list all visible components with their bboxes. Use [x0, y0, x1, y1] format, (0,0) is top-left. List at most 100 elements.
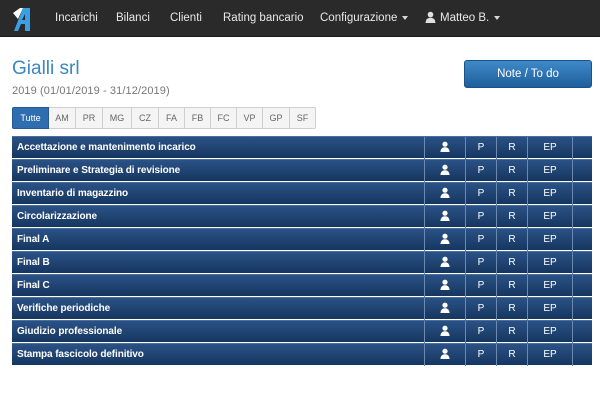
ep-button[interactable]: EP — [528, 344, 573, 366]
section-title[interactable]: Inventario di magazzino — [12, 183, 425, 205]
table-row[interactable]: Giudizio professionale P R EP — [12, 320, 592, 343]
preparer-button[interactable]: P — [466, 275, 497, 297]
row-end-cell — [573, 321, 592, 343]
nav-rating-bancario[interactable]: Rating bancario — [223, 0, 304, 37]
assign-user-button[interactable] — [425, 252, 466, 274]
nav-clienti[interactable]: Clienti — [170, 0, 202, 37]
section-filter-tabs: Tutte AM PR MG CZ FA FB FC VP GP SF — [12, 107, 316, 129]
reviewer-button[interactable]: R — [497, 344, 528, 366]
reviewer-button[interactable]: R — [497, 252, 528, 274]
user-name: Matteo B. — [440, 12, 490, 24]
section-title[interactable]: Stampa fascicolo definitivo — [12, 344, 425, 366]
nav-bilanci[interactable]: Bilanci — [116, 0, 150, 37]
reviewer-button[interactable]: R — [497, 298, 528, 320]
reviewer-button[interactable]: R — [497, 275, 528, 297]
tab-mg[interactable]: MG — [103, 107, 132, 129]
table-row[interactable]: Stampa fascicolo definitivo P R EP — [12, 343, 592, 366]
preparer-button[interactable]: P — [466, 321, 497, 343]
assign-user-button[interactable] — [425, 160, 466, 182]
ep-button[interactable]: EP — [528, 321, 573, 343]
table-row[interactable]: Final B P R EP — [12, 251, 592, 274]
preparer-button[interactable]: P — [466, 344, 497, 366]
tab-gp[interactable]: GP — [263, 107, 290, 129]
table-row[interactable]: Preliminare e Strategia di revisione P R EP — [12, 159, 592, 182]
row-end-cell — [573, 252, 592, 274]
ep-button[interactable]: EP — [528, 275, 573, 297]
section-title[interactable]: Preliminare e Strategia di revisione — [12, 160, 425, 182]
user-icon — [425, 11, 436, 23]
table-row[interactable]: Accettazione e mantenimento incarico P R EP — [12, 136, 592, 159]
preparer-button[interactable]: P — [466, 160, 497, 182]
row-end-cell — [573, 160, 592, 182]
assign-user-button[interactable] — [425, 137, 466, 159]
ep-button[interactable]: EP — [528, 160, 573, 182]
section-title[interactable]: Giudizio professionale — [12, 321, 425, 343]
preparer-button[interactable]: P — [466, 252, 497, 274]
user-icon — [440, 348, 450, 359]
preparer-button[interactable]: P — [466, 137, 497, 159]
tab-fb[interactable]: FB — [185, 107, 211, 129]
reviewer-button[interactable]: R — [497, 160, 528, 182]
reviewer-button[interactable]: R — [497, 206, 528, 228]
reviewer-button[interactable]: R — [497, 229, 528, 251]
table-row[interactable]: Verifiche periodiche P R EP — [12, 297, 592, 320]
top-navbar: Incarichi Bilanci Clienti Rating bancari… — [0, 0, 600, 37]
tab-tutte[interactable]: Tutte — [12, 107, 49, 129]
nav-configurazione[interactable]: Configurazione — [320, 0, 409, 37]
user-icon — [440, 141, 450, 152]
section-title[interactable]: Circolarizzazione — [12, 206, 425, 228]
ep-button[interactable]: EP — [528, 298, 573, 320]
reviewer-button[interactable]: R — [497, 183, 528, 205]
user-menu[interactable]: Matteo B. — [425, 0, 501, 37]
app-logo[interactable] — [10, 5, 40, 33]
section-title[interactable]: Verifiche periodiche — [12, 298, 425, 320]
notes-todo-button[interactable]: Note / To do — [464, 60, 592, 88]
user-icon — [440, 187, 450, 198]
section-title[interactable]: Final C — [12, 275, 425, 297]
assign-user-button[interactable] — [425, 298, 466, 320]
ep-button[interactable]: EP — [528, 206, 573, 228]
reviewer-button[interactable]: R — [497, 137, 528, 159]
ep-button[interactable]: EP — [528, 137, 573, 159]
sections-table: Accettazione e mantenimento incarico P R EP… — [12, 136, 592, 370]
table-row[interactable]: Final C P R EP — [12, 274, 592, 297]
tab-am[interactable]: AM — [49, 107, 76, 129]
assign-user-button[interactable] — [425, 344, 466, 366]
preparer-button[interactable]: P — [466, 183, 497, 205]
ep-button[interactable]: EP — [528, 229, 573, 251]
assign-user-button[interactable] — [425, 321, 466, 343]
reviewer-button[interactable]: R — [497, 321, 528, 343]
user-icon — [440, 233, 450, 244]
section-title[interactable]: Final A — [12, 229, 425, 251]
row-end-cell — [573, 275, 592, 297]
assign-user-button[interactable] — [425, 229, 466, 251]
chevron-down-icon — [402, 15, 409, 20]
preparer-button[interactable]: P — [466, 229, 497, 251]
ep-button[interactable]: EP — [528, 252, 573, 274]
tab-pr[interactable]: PR — [76, 107, 103, 129]
assign-user-button[interactable] — [425, 183, 466, 205]
row-end-cell — [573, 137, 592, 159]
user-icon — [440, 302, 450, 313]
preparer-button[interactable]: P — [466, 206, 497, 228]
user-icon — [440, 325, 450, 336]
section-title[interactable]: Accettazione e mantenimento incarico — [12, 137, 425, 159]
assign-user-button[interactable] — [425, 206, 466, 228]
tab-fc[interactable]: FC — [211, 107, 237, 129]
user-icon — [440, 256, 450, 267]
section-title[interactable]: Final B — [12, 252, 425, 274]
assign-user-button[interactable] — [425, 275, 466, 297]
table-row[interactable]: Inventario di magazzino P R EP — [12, 182, 592, 205]
table-row[interactable]: Final A P R EP — [12, 228, 592, 251]
ep-button[interactable]: EP — [528, 183, 573, 205]
tab-cz[interactable]: CZ — [132, 107, 159, 129]
table-row[interactable]: Circolarizzazione P R EP — [12, 205, 592, 228]
tab-fa[interactable]: FA — [159, 107, 185, 129]
tab-sf[interactable]: SF — [290, 107, 316, 129]
user-icon — [440, 164, 450, 175]
tab-vp[interactable]: VP — [237, 107, 263, 129]
preparer-button[interactable]: P — [466, 298, 497, 320]
row-end-cell — [573, 206, 592, 228]
user-icon — [440, 279, 450, 290]
nav-incarichi[interactable]: Incarichi — [55, 0, 98, 37]
